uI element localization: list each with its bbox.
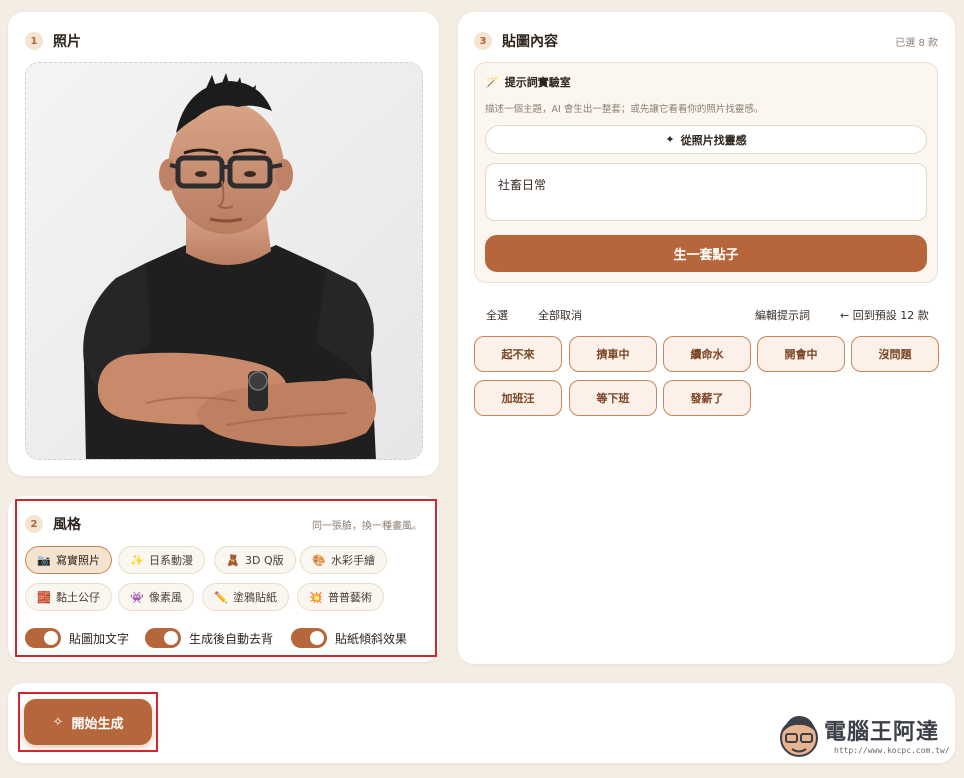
magic-wand-icon: 🪄: [485, 75, 499, 89]
watermark-url: http://www.kocpc.com.tw/: [834, 746, 950, 755]
toggle-label: 生成後自動去背: [189, 631, 274, 646]
style-subtitle: 同一張臉，換一種畫風。: [312, 521, 422, 532]
toggle-add-text[interactable]: 貼圖加文字: [25, 628, 129, 648]
edit-prompts-link[interactable]: 編輯提示詞: [755, 307, 810, 323]
sticker-chip[interactable]: 發薪了: [663, 380, 751, 416]
step-number: 3: [474, 32, 492, 50]
step-number: 2: [25, 515, 43, 533]
watermark-text: 電腦王阿達: [824, 720, 940, 745]
style-chip-realistic[interactable]: 📷 寫實照片: [25, 546, 112, 574]
prompt-lab-description: 描述一個主題，AI 會生出一整套；或先讓它看看你的照片找靈感。: [485, 104, 764, 115]
palette-icon: 🎨: [312, 553, 326, 567]
prompt-lab: 🪄 提示詞實驗室 描述一個主題，AI 會生出一整套；或先讓它看看你的照片找靈感。…: [474, 62, 938, 283]
content-section-header: 3 貼圖內容: [474, 31, 558, 51]
toggle-switch[interactable]: [291, 628, 327, 648]
style-chip-anime[interactable]: ✨ 日系動漫: [118, 546, 205, 574]
toggle-tilt-effect[interactable]: 貼紙傾斜效果: [291, 628, 407, 648]
content-card: 3 貼圖內容 已選 8 款 🪄 提示詞實驗室 描述一個主題，AI 會生出一整套；…: [458, 12, 955, 664]
style-card: 2 風格 同一張臉，換一種畫風。 📷 寫實照片 ✨ 日系動漫 🧸 3D Q版 🎨…: [8, 496, 439, 662]
inspire-button-label: 從照片找靈感: [680, 133, 747, 147]
sticker-chip[interactable]: 沒問題: [851, 336, 939, 372]
photo-section-header: 1 照片: [25, 31, 81, 51]
generate-ideas-button[interactable]: 生一套點子: [485, 235, 927, 272]
select-all-link[interactable]: 全選: [486, 307, 508, 323]
toggle-switch[interactable]: [145, 628, 181, 648]
start-generate-button[interactable]: ✧ 開始生成: [24, 699, 152, 745]
style-chip-label: 黏土公仔: [56, 591, 100, 604]
teddy-icon: 🧸: [226, 553, 240, 567]
site-watermark: 電腦王阿達 http://www.kocpc.com.tw/: [776, 712, 952, 764]
prompt-lab-header: 🪄 提示詞實驗室: [485, 74, 571, 90]
prompt-lab-title: 提示詞實驗室: [504, 76, 571, 89]
sticker-chip[interactable]: 起不來: [474, 336, 562, 372]
sticker-chip[interactable]: 等下班: [569, 380, 657, 416]
style-chip-3d-q[interactable]: 🧸 3D Q版: [214, 546, 296, 574]
back-to-default-link[interactable]: ← 回到預設 12 款: [840, 307, 929, 323]
step-number: 1: [25, 32, 43, 50]
style-chip-popart[interactable]: 💥 普普藝術: [297, 583, 384, 611]
toggle-label: 貼圖加文字: [69, 631, 130, 646]
photo-card: 1 照片: [8, 12, 439, 476]
mascot-logo: [780, 716, 818, 757]
toggle-auto-remove-bg[interactable]: 生成後自動去背: [145, 628, 273, 648]
start-button-label: 開始生成: [71, 716, 124, 732]
style-chip-pixel[interactable]: 👾 像素風: [118, 583, 194, 611]
style-chip-doodle[interactable]: ✏️ 塗鴉貼紙: [202, 583, 289, 611]
pop-burst-icon: 💥: [309, 590, 323, 604]
selected-count: 已選 8 款: [895, 38, 938, 49]
style-chip-clay[interactable]: 🧱 黏土公仔: [25, 583, 112, 611]
style-chip-label: 塗鴉貼紙: [233, 591, 277, 604]
style-chip-label: 像素風: [149, 591, 182, 604]
style-chip-watercolor[interactable]: 🎨 水彩手繪: [300, 546, 387, 574]
sticker-chip[interactable]: 續命水: [663, 336, 751, 372]
style-section-title: 風格: [53, 517, 81, 533]
sticker-chip[interactable]: 開會中: [757, 336, 845, 372]
clay-icon: 🧱: [37, 590, 51, 604]
style-section-header: 2 風格: [25, 514, 81, 534]
style-chip-label: 水彩手繪: [331, 554, 375, 567]
sticker-chip[interactable]: 加班汪: [474, 380, 562, 416]
pixel-invader-icon: 👾: [130, 590, 144, 604]
toggle-switch[interactable]: [25, 628, 61, 648]
inspire-from-photo-button[interactable]: ✦ 從照片找靈感: [485, 125, 927, 154]
topic-input[interactable]: 社畜日常: [485, 163, 927, 221]
style-chip-label: 寫實照片: [56, 554, 100, 567]
portrait-image: [26, 63, 422, 459]
toggle-label: 貼紙傾斜效果: [335, 631, 408, 646]
camera-icon: 📷: [37, 553, 51, 567]
sticker-chip[interactable]: 擠車中: [569, 336, 657, 372]
content-section-title: 貼圖內容: [502, 34, 558, 50]
style-chip-label: 日系動漫: [149, 554, 193, 567]
style-chip-label: 普普藝術: [328, 591, 372, 604]
style-chip-label: 3D Q版: [245, 554, 284, 567]
sparkle-icon: ✨: [130, 553, 144, 567]
uploaded-photo[interactable]: [25, 62, 423, 460]
sparkle-icon: ✦: [665, 133, 675, 146]
photo-section-title: 照片: [53, 34, 81, 50]
pencil-icon: ✏️: [214, 590, 228, 604]
sparkle-icon: ✧: [52, 714, 64, 730]
deselect-all-link[interactable]: 全部取消: [538, 307, 582, 323]
